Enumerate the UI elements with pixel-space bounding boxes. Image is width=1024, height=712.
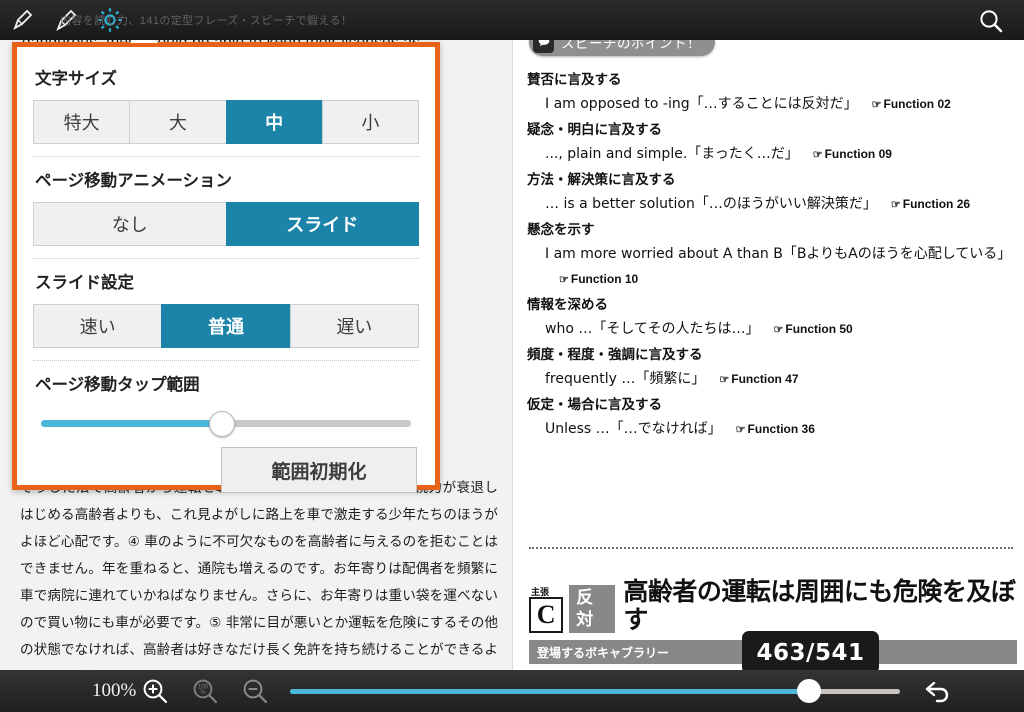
point-function: ☞ Function 10 [559, 272, 639, 286]
point-item: 頻度・程度・強調に言及する frequently …「頻繁に」 ☞ Function… [527, 343, 1015, 393]
point-item: 疑念・明白に言及する ..., plain and simple.「まったく…だ… [527, 118, 1015, 168]
point-body: ..., plain and simple.「まったく…だ」 ☞ Function … [527, 142, 1015, 168]
point-item: 方法・解決策に言及する … is a better solution「…のほうが… [527, 168, 1015, 218]
claim-letter-box: 主張 C [529, 588, 564, 633]
page-progress-slider[interactable] [290, 679, 900, 703]
settings-popover: 文字サイズ 特大 大 中 小 ページ移動アニメーション なし スライド スライド… [12, 42, 440, 493]
page-animation-option-none[interactable]: なし [33, 202, 226, 246]
vocabulary-counter-text: 463/541 [756, 639, 865, 666]
speech-points-list: 賛否に言及する I am opposed to -ing「…することには反対だ」… [527, 68, 1015, 443]
point-body: Unless …「…でなければ」 ☞ Function 36 [527, 417, 1015, 443]
search-icon[interactable] [966, 2, 1016, 40]
section-divider [529, 547, 1013, 549]
zoom-reset-100-icon[interactable]: 100 % [190, 676, 222, 708]
point-function: ☞ Function 02 [871, 97, 951, 111]
page-progress-knob[interactable] [796, 679, 821, 703]
point-body: I am more worried about A than B「BよりもAのほ… [527, 242, 1015, 293]
point-body: I am opposed to -ing「…することには反対だ」 ☞ Functio… [527, 92, 1015, 118]
settings-divider [33, 360, 419, 361]
claim-block: 主張 C 反対 高齢者の運転は周囲にも危険を及ぼす 登場するボキャブラリー 46… [529, 578, 1017, 672]
point-heading: 懸念を示す [527, 222, 595, 238]
text-size-option-medium[interactable]: 中 [225, 100, 322, 144]
zoom-out-icon[interactable] [240, 676, 272, 708]
setting-label-page-animation: ページ移動アニメーション [35, 171, 233, 190]
settings-divider [33, 156, 419, 157]
point-body: who …「そしてその人たちは…」 ☞ Function 50 [527, 317, 1015, 343]
point-phrase: I am more worried about A than B「BよりもAのほ… [545, 246, 1012, 262]
point-function: ☞ Function 26 [890, 197, 971, 211]
reset-row: 範囲初期化 [33, 429, 419, 493]
point-phrase: who …「そしてその人たちは…」 [545, 321, 760, 337]
point-function: ☞ Function 47 [719, 372, 799, 386]
point-phrase: frequently …「頻繁に」 [545, 371, 706, 387]
claim-superscript: 主張 [531, 588, 550, 598]
point-item: 賛否に言及する I am opposed to -ing「…することには反対だ」… [527, 68, 1015, 118]
text-size-segmented-control[interactable]: 特大 大 中 小 [33, 100, 419, 144]
point-heading: 賛否に言及する [527, 72, 622, 88]
tap-range-slider-wrap[interactable] [33, 406, 419, 437]
right-page[interactable]: スピーチのポイント！ 賛否に言及する I am opposed to -ing「… [512, 20, 1024, 672]
text-size-option-xl[interactable]: 特大 [33, 100, 130, 144]
point-item: 仮定・場合に言及する Unless …「…でなければ」 ☞ Function 36 [527, 393, 1015, 443]
tap-range-slider-fill [41, 420, 223, 427]
slide-speed-segmented-control[interactable]: 速い 普通 遅い [33, 304, 419, 348]
zoom-level-label: 100% [92, 680, 137, 701]
top-toolbar: 内容を読む力、141の定型フレーズ・スピーチで鍛える！ [0, 0, 1024, 40]
slide-speed-option-fast[interactable]: 速い [33, 304, 162, 348]
point-function: ☞ Function 50 [773, 322, 853, 336]
point-body: … is a better solution「…のほうがいい解決策だ」 ☞ Func… [527, 192, 1015, 218]
claim-row: 主張 C 反対 高齢者の運転は周囲にも危険を及ぼす [529, 578, 1017, 633]
tap-range-slider-track[interactable] [41, 410, 411, 437]
claim-letter: C [536, 600, 556, 629]
slide-speed-option-normal[interactable]: 普通 [161, 304, 290, 348]
bottom-toolbar: 100% 100 % [0, 670, 1024, 712]
tap-range-slider-knob[interactable] [209, 410, 236, 437]
setting-label-tap-range: ページ移動タップ範囲 [35, 375, 200, 394]
setting-label-text-size: 文字サイズ [35, 69, 118, 88]
text-size-option-small[interactable]: 小 [321, 100, 419, 144]
claim-stance-tag: 反対 [569, 584, 616, 633]
zoom-in-icon[interactable] [140, 676, 172, 708]
point-phrase: I am opposed to -ing「…することには反対だ」 [545, 96, 858, 112]
claim-title: 高齢者の運転は周囲にも危険を及ぼす [623, 577, 1016, 634]
point-phrase: ..., plain and simple.「まったく…だ」 [545, 146, 799, 162]
page-progress-fill [290, 689, 809, 694]
page-animation-option-slide[interactable]: スライド [225, 202, 419, 246]
slide-speed-option-slow[interactable]: 遅い [289, 304, 419, 348]
app-root: dangerous, they should be able to keep t… [0, 0, 1024, 712]
top-toolbar-meta-text: 内容を読む力、141の定型フレーズ・スピーチで鍛える！ [60, 15, 353, 27]
point-heading: 頻度・程度・強調に言及する [527, 347, 703, 363]
point-phrase: Unless …「…でなければ」 [545, 421, 722, 437]
point-function: ☞ Function 09 [812, 147, 892, 161]
reset-range-button[interactable]: 範囲初期化 [221, 447, 417, 493]
vocabulary-bar: 登場するボキャブラリー 463/541 [529, 631, 1017, 672]
point-heading: 方法・解決策に言及する [527, 172, 676, 188]
pen-nib-icon[interactable] [0, 0, 44, 40]
point-heading: 仮定・場合に言及する [527, 397, 662, 413]
svg-text:%: % [200, 690, 206, 696]
page-animation-segmented-control[interactable]: なし スライド [33, 202, 419, 246]
undo-icon[interactable] [922, 677, 962, 707]
point-body: frequently …「頻繁に」 ☞ Function 47 [527, 367, 1015, 393]
vocabulary-label: 登場するボキャブラリー [537, 645, 670, 660]
settings-divider [33, 258, 419, 259]
japanese-body-text: そうした法で高齢者から運転を奪うべきでしょうか。③ 徐々に視力が衰退しはじめる高… [20, 480, 498, 672]
point-item: 懸念を示す I am more worried about A than B「B… [527, 218, 1015, 293]
point-phrase: … is a better solution「…のほうがいい解決策だ」 [545, 196, 877, 212]
point-item: 情報を深める who …「そしてその人たちは…」 ☞ Function 50 [527, 293, 1015, 343]
setting-label-slide-speed: スライド設定 [35, 273, 134, 292]
point-heading: 情報を深める [527, 297, 608, 313]
point-function: ☞ Function 36 [735, 422, 815, 436]
text-size-option-large[interactable]: 大 [129, 100, 226, 144]
vocabulary-counter-badge: 463/541 [742, 631, 879, 672]
point-heading: 疑念・明白に言及する [527, 122, 662, 138]
